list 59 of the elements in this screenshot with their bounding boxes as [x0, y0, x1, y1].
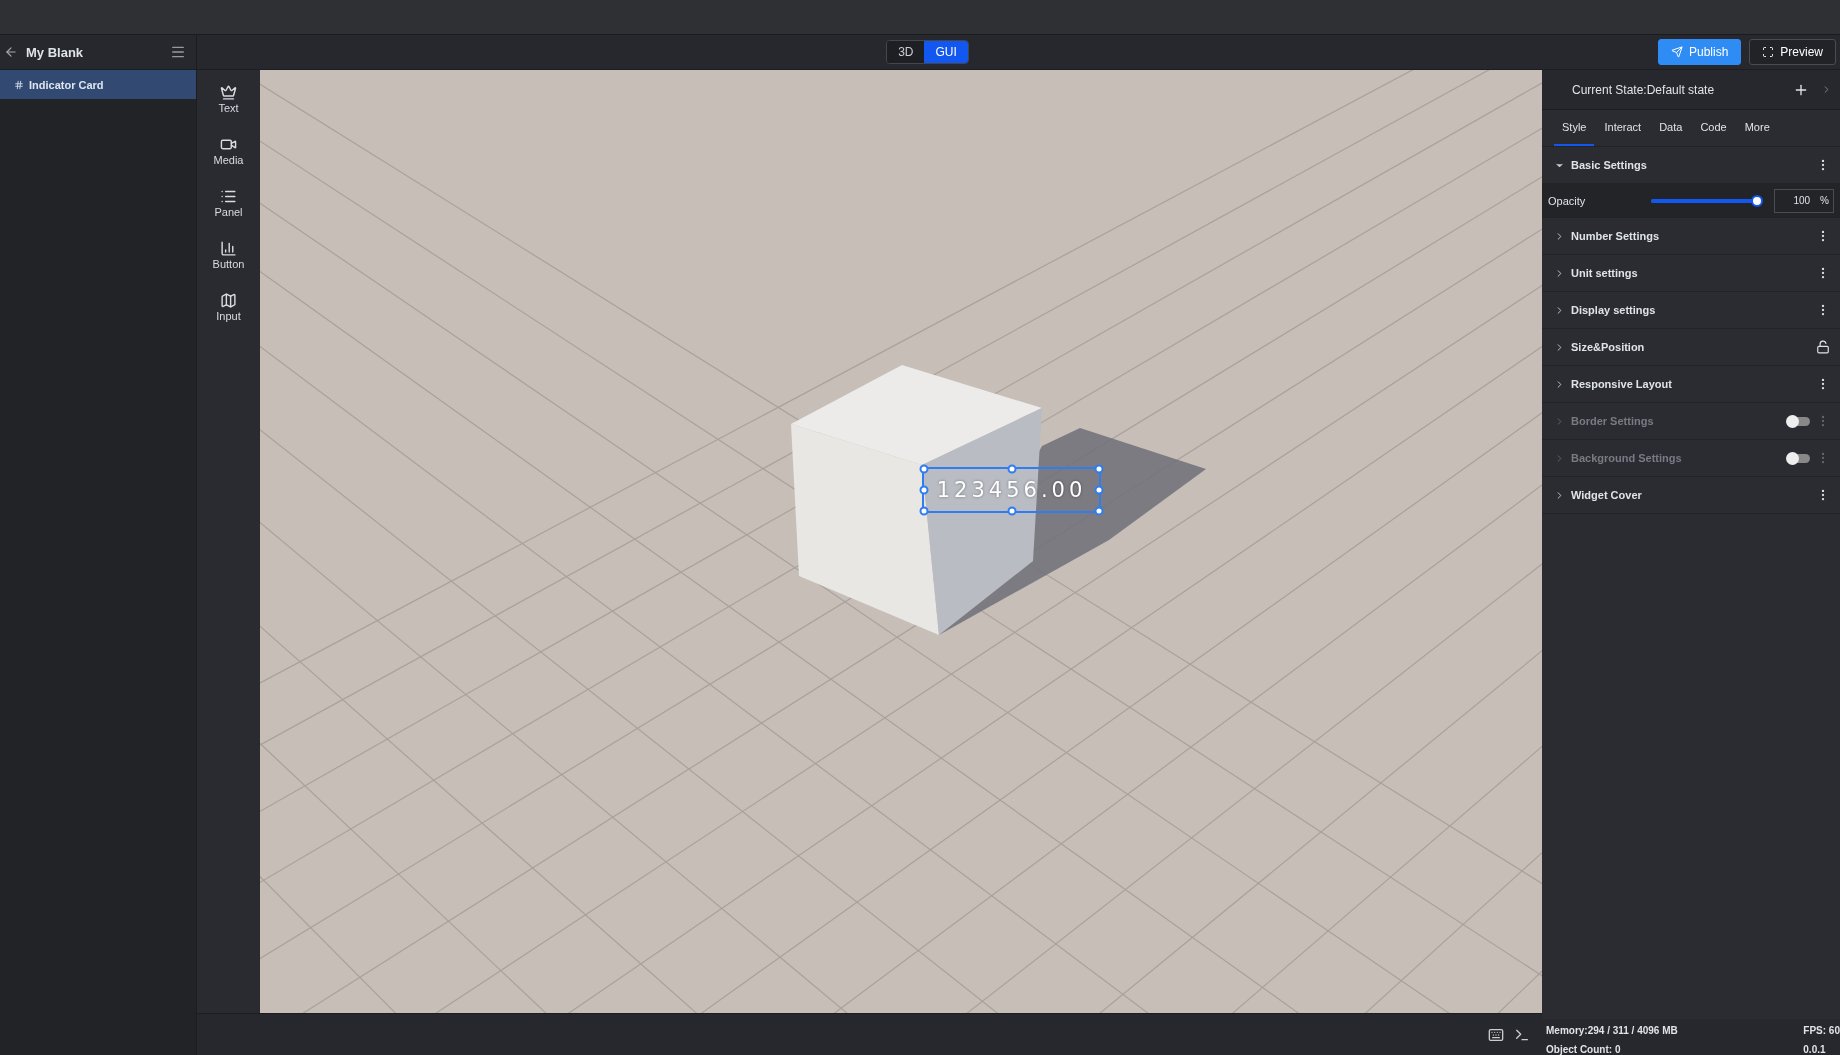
resize-handle[interactable]	[1094, 506, 1104, 516]
section-title: Border Settings	[1571, 415, 1655, 427]
bar-chart-icon	[220, 240, 237, 257]
resize-handle[interactable]	[919, 464, 929, 474]
inspector-tab[interactable]: Interact	[1596, 110, 1650, 146]
settings-section[interactable]: Number Settings	[1542, 218, 1840, 255]
settings-section[interactable]: Size&Position	[1542, 329, 1840, 366]
number-icon	[14, 79, 24, 90]
fullscreen-icon	[1762, 46, 1775, 58]
back-icon[interactable]	[4, 45, 18, 59]
section-title: Basic Settings	[1571, 159, 1648, 171]
section-title: Responsive Layout	[1571, 378, 1673, 390]
component-tool[interactable]: Button	[212, 240, 245, 270]
opacity-value: 100	[1793, 195, 1811, 206]
object-count: Object Count: 0	[1546, 1044, 1622, 1055]
section-title: Background Settings	[1571, 452, 1683, 464]
current-state: Current State:Default state	[1572, 82, 1716, 97]
inspector-tab[interactable]: Data	[1651, 110, 1691, 146]
inspector-tab[interactable]: Style	[1554, 110, 1595, 146]
section-title: Display settings	[1571, 304, 1657, 316]
component-tool[interactable]: Text	[218, 84, 239, 114]
settings-section[interactable]: Widget Cover	[1542, 477, 1840, 514]
section-title: Number Settings	[1571, 230, 1660, 242]
preview-button[interactable]: Preview	[1749, 39, 1836, 65]
send-icon	[1670, 46, 1683, 58]
resize-handle[interactable]	[1007, 464, 1016, 474]
mode-tab[interactable]: GUI	[924, 41, 968, 63]
opacity-field[interactable]: 100 %	[1774, 188, 1834, 213]
component-tool[interactable]: Input	[216, 292, 241, 322]
section-title: Size&Position	[1571, 341, 1646, 353]
version-number: 0.0.1	[1803, 1044, 1827, 1055]
resize-handle[interactable]	[1007, 506, 1016, 516]
resize-handle[interactable]	[1094, 464, 1104, 474]
settings-section[interactable]: Unit settings	[1542, 255, 1840, 292]
lock-icon[interactable]	[1816, 340, 1830, 354]
section-title: Unit settings	[1571, 267, 1639, 279]
opacity-label: Opacity	[1548, 194, 1587, 207]
component-tool[interactable]: Panel	[214, 188, 243, 218]
project-title: My Blank	[26, 44, 85, 60]
inspector-tab[interactable]: Code	[1692, 110, 1735, 146]
layer-item[interactable]: Indicator Card	[0, 70, 196, 99]
inspector-tab[interactable]: More	[1736, 110, 1778, 146]
fps-counter: FPS: 60	[1803, 1025, 1840, 1036]
mode-tab[interactable]: 3D	[887, 41, 925, 63]
menu-icon[interactable]	[170, 44, 186, 60]
resize-handle[interactable]	[1094, 485, 1104, 495]
settings-section[interactable]: Display settings	[1542, 292, 1840, 329]
percent-unit: %	[1820, 195, 1829, 206]
list-icon	[220, 188, 237, 205]
keyboard-icon[interactable]	[1488, 1026, 1504, 1043]
memory-usage: Memory:294 / 311 / 4096 MB	[1546, 1025, 1679, 1036]
settings-section[interactable]: Responsive Layout	[1542, 366, 1840, 403]
slider-thumb[interactable]	[1751, 194, 1764, 207]
crown-icon	[220, 84, 237, 101]
map-icon	[220, 292, 237, 309]
component-tool[interactable]: Media	[213, 136, 244, 166]
section-title: Widget Cover	[1571, 489, 1643, 501]
resize-handle[interactable]	[919, 506, 929, 516]
resize-handle[interactable]	[919, 485, 929, 495]
